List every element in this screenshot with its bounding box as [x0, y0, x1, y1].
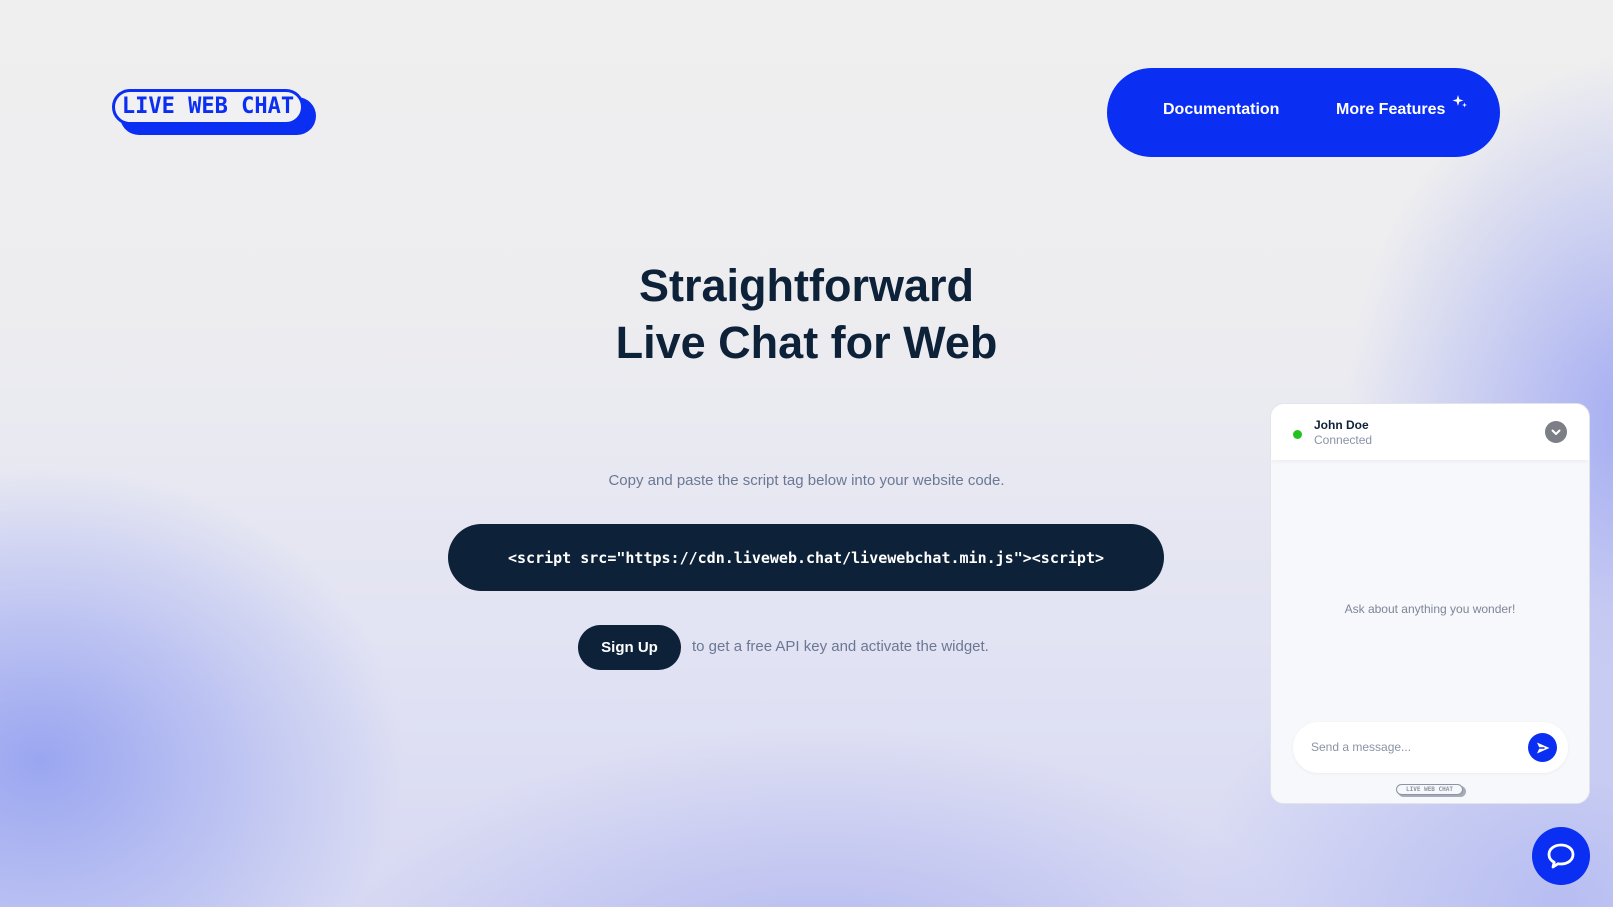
online-status-dot	[1293, 430, 1302, 439]
agent-status: Connected	[1314, 433, 1373, 447]
chevron-down-icon	[1551, 429, 1561, 435]
logo-text: LIVE WEB CHAT	[121, 94, 295, 119]
collapse-chat-button[interactable]	[1545, 421, 1567, 443]
chat-widget-header: John Doe Connected	[1271, 404, 1589, 460]
widget-footer-logo[interactable]: LIVE WEB CHAT	[1396, 784, 1466, 798]
script-tag-code-box[interactable]: <script src="https://cdn.liveweb.chat/li…	[448, 524, 1164, 591]
sparkle-icon	[1452, 95, 1467, 108]
nav-link-documentation[interactable]: Documentation	[1163, 100, 1279, 120]
widget-footer-logo-text: LIVE WEB CHAT	[1406, 785, 1453, 793]
script-tag-code[interactable]: <script src="https://cdn.liveweb.chat/li…	[508, 549, 1104, 567]
chat-empty-hint: Ask about anything you wonder!	[1344, 602, 1516, 616]
widget-footer-logo-pill: LIVE WEB CHAT	[1396, 784, 1463, 795]
chat-bubble-icon	[1547, 843, 1575, 869]
top-navigation: Documentation More Features	[1107, 68, 1500, 157]
chat-messages-area: Ask about anything you wonder! LIVE WEB …	[1271, 460, 1589, 803]
agent-name: John Doe	[1314, 418, 1369, 432]
message-composer	[1293, 722, 1568, 773]
hero-title-line-2: Live Chat for Web	[615, 317, 998, 368]
logo[interactable]: LIVE WEB CHAT	[112, 89, 316, 137]
logo-pill: LIVE WEB CHAT	[112, 89, 304, 125]
message-input[interactable]	[1311, 737, 1511, 757]
nav-link-more-features[interactable]: More Features	[1336, 100, 1445, 120]
hero-title-line-1: Straightforward	[638, 260, 975, 311]
send-message-button[interactable]	[1528, 733, 1557, 762]
sign-up-button[interactable]: Sign Up	[578, 625, 681, 670]
send-icon	[1536, 742, 1549, 753]
chat-widget: John Doe Connected Ask about anything yo…	[1270, 403, 1590, 804]
sign-up-hint: to get a free API key and activate the w…	[692, 638, 989, 655]
chat-launcher-button[interactable]	[1532, 827, 1590, 885]
